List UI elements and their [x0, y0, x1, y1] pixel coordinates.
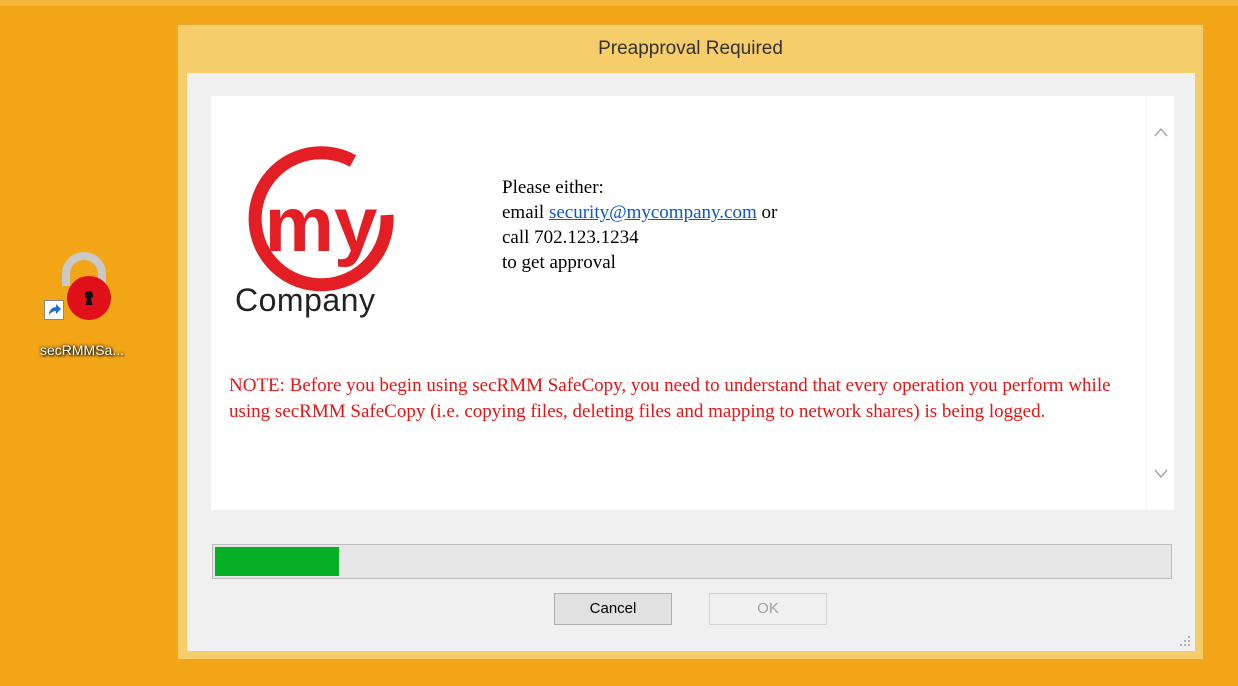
logo-mark-text: my	[265, 180, 378, 268]
desktop-edge	[0, 0, 1238, 6]
logo-wordmark: Company	[235, 282, 376, 318]
progress-fill	[215, 547, 339, 576]
scroll-up-icon[interactable]	[1153, 126, 1169, 138]
progress-bar	[212, 544, 1172, 579]
cancel-button[interactable]: Cancel	[554, 593, 672, 625]
desktop-shortcut-secrmm[interactable]: secRMMSa...	[40, 246, 146, 386]
email-prefix: email	[502, 202, 549, 223]
email-link[interactable]: security@mycompany.com	[549, 202, 757, 223]
info-line-4: to get approval	[502, 252, 616, 273]
window-title[interactable]: Preapproval Required	[178, 25, 1203, 73]
message-panel: my Company Please either: email security…	[211, 96, 1146, 510]
info-line-1: Please either:	[502, 177, 604, 198]
email-suffix: or	[756, 202, 778, 223]
desktop-icon-label: secRMMSa...	[40, 342, 125, 358]
vertical-scrollbar[interactable]	[1146, 96, 1174, 510]
shortcut-arrow-icon	[44, 300, 64, 320]
dialog-client-area: my Company Please either: email security…	[187, 73, 1195, 651]
preapproval-dialog: Preapproval Required my Company Please e…	[177, 24, 1204, 660]
resize-grip-icon[interactable]	[1179, 635, 1191, 647]
logging-notice: NOTE: Before you begin using secRMM Safe…	[229, 375, 1111, 422]
info-line-3: call 702.123.1234	[502, 227, 639, 248]
contact-info: Please either: email security@mycompany.…	[502, 175, 777, 275]
info-line-2: email security@mycompany.com or	[502, 200, 777, 225]
ok-button[interactable]: OK	[709, 593, 827, 625]
scroll-down-icon[interactable]	[1153, 468, 1169, 480]
